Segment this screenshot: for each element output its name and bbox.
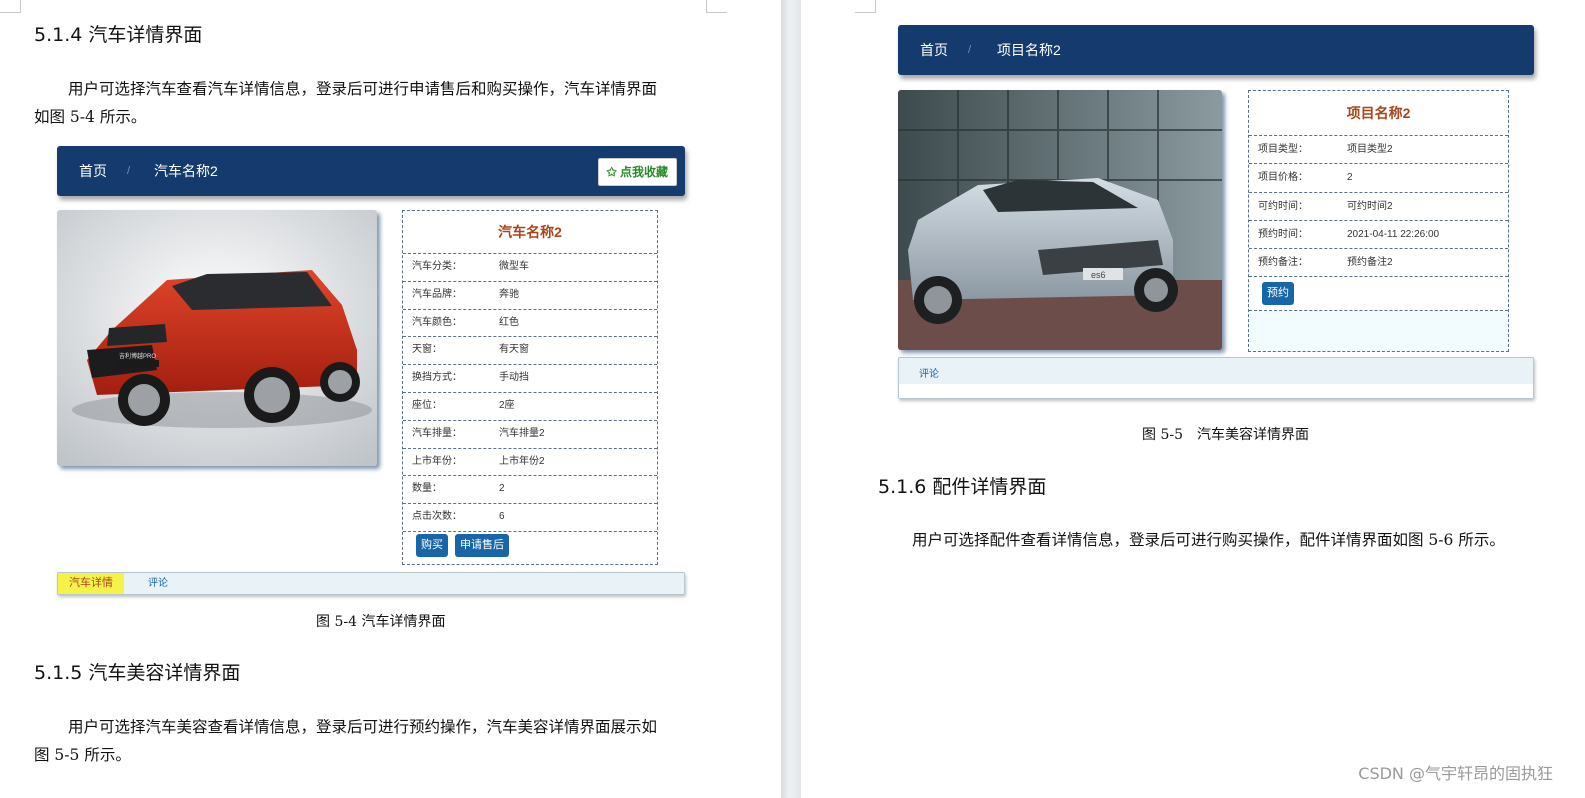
page-corner-mark xyxy=(855,0,876,13)
field-label: 项目价格： xyxy=(1258,172,1308,184)
field-row: 天窗： 有天窗 xyxy=(403,337,657,366)
field-label: 数量： xyxy=(412,483,442,495)
field-label: 汽车排量： xyxy=(412,427,462,439)
field-row: 座位： 2座 xyxy=(403,393,657,421)
field-value: 项目类型2 xyxy=(1347,144,1393,155)
paragraph-line: 用户可选择配件查看详情信息，登录后可进行购买操作，配件详情界面如图 5-6 所示… xyxy=(912,531,1505,549)
license-plate-text: 吉利博越PRO xyxy=(119,352,156,360)
beauty-field-list: 项目类型： 项目类型2 项目价格： 2 可约时间： 可约时间2 预约时间： 2021-04-1… xyxy=(1249,135,1508,278)
field-row: 预约时间： 2021-04-11 22:26:00 xyxy=(1249,221,1508,250)
breadcrumb-current: 项目名称2 xyxy=(997,42,1061,58)
section-paragraph-5-1-6: 用户可选择配件查看详情信息，登录后可进行购买操作，配件详情界面如图 5-6 所示… xyxy=(878,526,1578,554)
car-tabbar: 汽车详情 评论 xyxy=(57,572,685,595)
field-row: 项目价格： 2 xyxy=(1249,164,1508,193)
section-paragraph-5-1-4: 用户可选择汽车查看汽车详情信息，登录后可进行申请售后和购买操作，汽车详情界面 如… xyxy=(34,75,734,131)
field-label: 预约备注： xyxy=(1258,257,1308,269)
field-value: 2021-04-11 22:26:00 xyxy=(1347,228,1440,240)
field-value: 2座 xyxy=(499,399,515,411)
field-value: 2 xyxy=(499,483,505,495)
field-row: 可约时间： 可约时间2 xyxy=(1249,193,1508,221)
car-info-panel: 汽车名称2 汽车分类： 微型车汽车品牌： 奔驰汽车颜色： 红色天窗： 有天窗换挡方式： 手… xyxy=(402,210,658,565)
field-value: 有天窗 xyxy=(499,344,529,356)
field-label: 可约时间： xyxy=(1258,200,1308,212)
paragraph-line: 图 5-5 所示。 xyxy=(34,746,131,764)
beauty-actions-row: 预约 xyxy=(1249,277,1508,312)
field-row: 数量： 2 xyxy=(403,476,657,505)
field-label: 预约时间： xyxy=(1258,228,1308,240)
field-value: 可约时间2 xyxy=(1347,200,1393,212)
figure-caption-5-5: 图 5-5 汽车美容详情界面 xyxy=(1142,427,1309,443)
field-label: 点击次数： xyxy=(412,511,462,523)
reserve-button[interactable]: 预约 xyxy=(1262,282,1294,306)
tab-car-detail[interactable]: 汽车详情 xyxy=(58,573,124,594)
document-page-right: 首页 / 项目名称2 es6 项目名称2 项目类型： 项目类型2 项目价格： 2… xyxy=(801,0,1585,798)
field-label: 汽车分类： xyxy=(412,261,462,272)
page-gutter xyxy=(781,0,801,798)
page-corner-mark xyxy=(706,0,727,13)
field-value: 红色 xyxy=(499,316,519,328)
beauty-detail-title: 项目名称2 xyxy=(1249,91,1508,135)
tab-comments[interactable]: 评论 xyxy=(919,365,939,380)
license-plate-text: es6 xyxy=(1091,270,1106,280)
field-value: 奔驰 xyxy=(499,288,519,300)
breadcrumb-current: 汽车名称2 xyxy=(154,163,218,179)
breadcrumb-separator: / xyxy=(968,44,972,56)
csdn-watermark: CSDN @气宇轩昂的固执狂 xyxy=(1358,764,1553,783)
field-value: 2 xyxy=(1347,172,1353,184)
silver-suv-illustration: es6 xyxy=(898,90,1222,350)
beauty-info-panel: 项目名称2 项目类型： 项目类型2 项目价格： 2 可约时间： 可约时间2 预约时间： 202… xyxy=(1248,90,1509,352)
tab-comments[interactable]: 评论 xyxy=(148,573,168,594)
field-label: 汽车颜色： xyxy=(412,316,462,328)
section-heading-5-1-4: 5.1.4 汽车详情界面 xyxy=(34,24,203,46)
field-row: 汽车品牌： 奔驰 xyxy=(403,282,657,310)
beauty-tabbar: 评论 xyxy=(898,357,1534,399)
page-corner-mark xyxy=(0,0,21,13)
tab-content-area xyxy=(899,384,1533,398)
field-value: 上市年份2 xyxy=(499,455,545,467)
field-value: 预约备注2 xyxy=(1347,257,1393,269)
field-label: 上市年份： xyxy=(412,455,462,467)
beauty-navbar: 首页 / 项目名称2 xyxy=(898,25,1534,75)
field-label: 座位： xyxy=(412,399,442,411)
breadcrumb-home[interactable]: 首页 xyxy=(79,146,107,196)
field-value: 手动挡 xyxy=(499,372,529,384)
field-row: 上市年份： 上市年份2 xyxy=(403,449,657,477)
field-row: 汽车颜色： 红色 xyxy=(403,310,657,338)
field-row: 预约备注： 预约备注2 xyxy=(1249,249,1508,278)
paragraph-line: 用户可选择汽车查看汽车详情信息，登录后可进行申请售后和购买操作，汽车详情界面 xyxy=(68,80,658,98)
field-row: 点击次数： 6 xyxy=(403,504,657,532)
car-detail-title: 汽车名称2 xyxy=(498,224,562,240)
field-value: 汽车排量2 xyxy=(499,427,545,439)
field-value: 微型车 xyxy=(499,261,529,272)
red-suv-illustration: 吉利博越PRO xyxy=(57,210,377,466)
paragraph-line: 如图 5-4 所示。 xyxy=(34,108,147,126)
field-row: 汽车分类： 微型车 xyxy=(403,253,657,282)
field-row: 汽车排量： 汽车排量2 xyxy=(403,421,657,449)
buy-button[interactable]: 购买 xyxy=(416,534,448,557)
car-field-list: 汽车分类： 微型车汽车品牌： 奔驰汽车颜色： 红色天窗： 有天窗换挡方式： 手动挡座位： 2… xyxy=(403,253,657,532)
figure-caption-5-4: 图 5-4 汽车详情界面 xyxy=(316,614,446,630)
car-photo-red-suv: 吉利博越PRO xyxy=(57,210,377,466)
field-label: 汽车品牌： xyxy=(412,288,462,300)
favorite-button[interactable]: ✩ 点我收藏 xyxy=(597,158,677,186)
breadcrumb-separator: / xyxy=(127,165,131,177)
section-heading-5-1-5: 5.1.5 汽车美容详情界面 xyxy=(34,662,241,684)
paragraph-line: 用户可选择汽车美容查看详情信息，登录后可进行预约操作，汽车美容详情界面展示如 xyxy=(68,718,658,736)
field-label: 天窗： xyxy=(412,344,442,356)
field-value: 6 xyxy=(499,511,505,523)
car-navbar: 首页 / 汽车名称2 ✩ 点我收藏 xyxy=(57,146,685,196)
field-label: 换挡方式： xyxy=(412,372,462,384)
field-label: 项目类型： xyxy=(1258,144,1308,155)
section-paragraph-5-1-5: 用户可选择汽车美容查看详情信息，登录后可进行预约操作，汽车美容详情界面展示如 图… xyxy=(34,713,734,769)
field-row: 项目类型： 项目类型2 xyxy=(1249,135,1508,165)
field-row: 换挡方式： 手动挡 xyxy=(403,365,657,393)
document-page-left: 5.1.4 汽车详情界面 用户可选择汽车查看汽车详情信息，登录后可进行申请售后和… xyxy=(0,0,781,798)
car-photo-silver-suv: es6 xyxy=(898,90,1222,350)
breadcrumb-home[interactable]: 首页 xyxy=(920,25,948,75)
apply-aftersale-button[interactable]: 申请售后 xyxy=(455,534,509,557)
section-heading-5-1-6: 5.1.6 配件详情界面 xyxy=(878,476,1047,498)
